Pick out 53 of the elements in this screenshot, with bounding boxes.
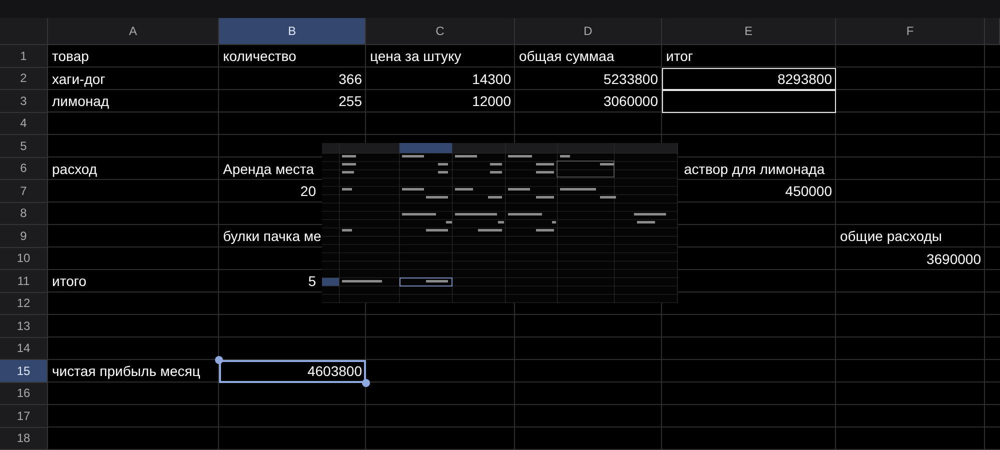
row-header[interactable]: 3 (0, 90, 48, 112)
table-cell[interactable]: 450000 (680, 180, 836, 202)
row-header[interactable]: 13 (0, 315, 48, 338)
row-header[interactable]: 15 (0, 360, 48, 382)
table-cell[interactable]: хаги-дог (48, 68, 219, 90)
table-cell[interactable]: итог (662, 45, 836, 68)
column-header[interactable]: A (48, 18, 219, 45)
row-header[interactable]: 6 (0, 158, 48, 180)
row-header[interactable]: 18 (0, 428, 48, 450)
table-cell[interactable]: цена за штуку (366, 45, 515, 68)
column-header[interactable]: E (662, 18, 836, 45)
row-header[interactable]: 11 (0, 270, 48, 292)
row-header[interactable]: 17 (0, 405, 48, 428)
column-header[interactable]: C (366, 18, 515, 45)
table-cell[interactable]: 3060000 (515, 90, 662, 112)
table-cell[interactable]: Аренда места (219, 158, 320, 180)
row-header[interactable]: 5 (0, 135, 48, 158)
table-cell[interactable]: 20 (219, 180, 320, 202)
table-cell[interactable]: товар (48, 45, 219, 68)
table-cell[interactable]: 3690000 (836, 248, 985, 270)
table-cell[interactable]: расход (48, 158, 219, 180)
table-cell[interactable] (662, 90, 836, 112)
table-cell[interactable]: 255 (219, 90, 366, 112)
row-header[interactable]: 8 (0, 202, 48, 225)
table-cell[interactable]: количество (219, 45, 366, 68)
table-cell[interactable]: 5233800 (515, 68, 662, 90)
table-cell[interactable]: общая суммаа (515, 45, 662, 68)
table-cell[interactable]: чистая прибыль месяц (48, 360, 219, 382)
table-cell[interactable]: общие расходы (836, 225, 985, 248)
table-cell[interactable]: 366 (219, 68, 366, 90)
row-header[interactable]: 16 (0, 382, 48, 405)
table-cell[interactable]: 12000 (366, 90, 515, 112)
table-cell[interactable]: 5 (219, 270, 320, 292)
row-header[interactable]: 12 (0, 292, 48, 315)
row-header[interactable]: 1 (0, 45, 48, 68)
table-cell[interactable]: итого (48, 270, 219, 292)
row-header[interactable]: 2 (0, 68, 48, 90)
table-cell[interactable]: 14300 (366, 68, 515, 90)
row-header[interactable]: 7 (0, 180, 48, 202)
row-header[interactable]: 10 (0, 248, 48, 270)
row-header[interactable]: 14 (0, 338, 48, 360)
row-header[interactable]: 4 (0, 112, 48, 135)
column-header[interactable]: B (219, 18, 366, 45)
row-header[interactable]: 9 (0, 225, 48, 248)
selection-handle[interactable] (362, 378, 370, 386)
table-cell[interactable]: 4603800 (219, 360, 366, 382)
table-cell[interactable]: 8293800 (662, 68, 836, 90)
column-header[interactable]: F (836, 18, 985, 45)
table-cell[interactable]: аствор для лимонада (680, 158, 836, 180)
column-header[interactable]: D (515, 18, 662, 45)
selection-handle[interactable] (215, 356, 223, 364)
table-cell[interactable]: булки пачка ме (219, 225, 320, 248)
table-cell[interactable]: лимонад (48, 90, 219, 112)
